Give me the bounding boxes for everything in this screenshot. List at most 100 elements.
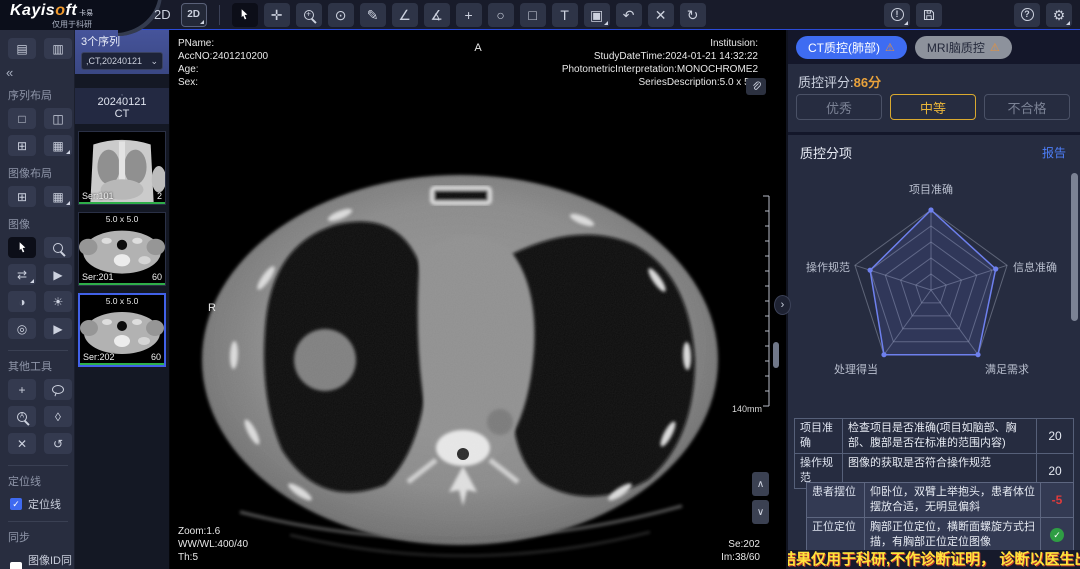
image-layout-4-button[interactable]: ⊞ — [8, 186, 36, 207]
zoom-in-tool-button[interactable] — [296, 3, 322, 27]
help-icon: ? — [1021, 8, 1034, 21]
disclaimer-text: 结果仅用于科研,不作诊断证明， 诊断以医生出具的诊断 — [788, 550, 1080, 569]
scroll-slice-down-button[interactable]: ∨ — [752, 500, 769, 524]
tool-eraser-button[interactable]: ◊ — [44, 406, 72, 427]
info-button[interactable]: ! — [884, 3, 910, 27]
rating-medium-button[interactable]: 中等 — [890, 94, 976, 120]
rating-fail-button[interactable]: 不合格 — [984, 94, 1070, 120]
pass-check-icon: ✓ — [1050, 528, 1064, 542]
warning-icon: ⚠ — [990, 41, 1000, 54]
rating-excellent-button[interactable]: 优秀 — [796, 94, 882, 120]
text-icon: T — [560, 8, 569, 22]
undo-icon: ↶ — [623, 8, 635, 22]
scroll-slice-up-button[interactable]: ∧ — [752, 472, 769, 496]
pan-tool-button[interactable]: ✛ — [264, 3, 290, 27]
slice-scrollbar-thumb[interactable] — [773, 342, 779, 368]
brightness-icon: ☀ — [53, 295, 64, 309]
settings-button[interactable]: ⚙ — [1046, 3, 1072, 27]
series-thumbnail-ser-101[interactable]: Ser:1012 — [78, 131, 166, 205]
collapse-sidebar-button[interactable]: « — [0, 63, 20, 80]
checkbox-label: 图像ID同步 — [28, 552, 74, 569]
image-invert-button[interactable]: ◑ — [8, 291, 36, 312]
image-magnify-button[interactable] — [44, 237, 72, 258]
qc-score-label: 质控评分: — [798, 75, 854, 90]
ellipse-icon: ○ — [496, 8, 504, 22]
angle-tool-button[interactable]: ∠ — [392, 3, 418, 27]
thumbnail-series-info: Ser:20260 — [83, 352, 161, 362]
series-layout-9-button[interactable]: ▦ — [44, 135, 72, 156]
measure-line-tool-button[interactable]: ✎ — [360, 3, 386, 27]
checkbox-row: ✓ 图像ID同步 — [10, 552, 74, 569]
sex-label: Sex: — [178, 76, 268, 89]
cursor-tool-button[interactable] — [232, 3, 258, 27]
text-annotation-tool-button[interactable]: T — [552, 3, 578, 27]
series-thumbnail-ser-201[interactable]: 5.0 x 5.0Ser:20160 — [78, 212, 166, 286]
study-datetime-label: StudyDateTime:2024-01-21 14:32:22 — [562, 50, 758, 63]
layout-9-icon: ▦ — [52, 190, 63, 204]
thumbnail-series-number: Ser:201 — [82, 272, 114, 282]
tab-ct-qc[interactable]: CT质控(肺部) ⚠ — [796, 36, 907, 59]
image-layout-9-button[interactable]: ▦ — [44, 186, 72, 207]
ellipse-roi-tool-button[interactable]: ○ — [488, 3, 514, 27]
top-toolbar: Kayisoft卡易 仅用于科研 2D 2D✛⊙✎∠∡+○□T▣↶✕↻ ! ?⚙ — [0, 0, 1080, 30]
probe-tool-button[interactable]: + — [456, 3, 482, 27]
ct-viewport[interactable]: PName: AccNO:2401210200 Age: Sex: A R In… — [170, 30, 786, 569]
rail-section-title: 图像 — [8, 216, 74, 232]
toolbar-separator — [219, 5, 220, 25]
image-brightness-button[interactable]: ☀ — [44, 291, 72, 312]
delete-annotation-tool-button[interactable]: ✕ — [648, 3, 674, 27]
series-layout-4-button[interactable]: ⊞ — [8, 135, 36, 156]
series-layout-1-button[interactable]: □ — [8, 108, 36, 129]
rect-roi-tool-button[interactable]: □ — [520, 3, 546, 27]
tool-find-button[interactable] — [8, 406, 36, 427]
institution-label: Institusion: — [562, 37, 758, 50]
save-button[interactable] — [916, 3, 942, 27]
tool-annotation-button[interactable] — [44, 379, 72, 400]
link-series-button[interactable] — [746, 78, 766, 95]
image-cursor-button[interactable] — [8, 237, 36, 258]
row-score: 20 — [1037, 419, 1073, 453]
app-logo: Kayisoft卡易 仅用于科研 — [0, 0, 140, 30]
tool-delete-button[interactable]: ✕ — [8, 433, 36, 454]
study-group-header[interactable]: , 20240121 CT — [75, 88, 169, 124]
checkbox[interactable]: ✓ — [10, 562, 22, 569]
mode-2d-button[interactable]: 2D — [181, 3, 207, 27]
series-thumbnail-ser-202[interactable]: 5.0 x 5.0Ser:20260 — [78, 293, 166, 367]
help-button[interactable]: ? — [1014, 3, 1040, 27]
layout-9-icon: ▦ — [52, 139, 63, 153]
panel-scrollbar-thumb[interactable] — [1071, 173, 1078, 321]
cobb-angle-tool-button[interactable]: ∡ — [424, 3, 450, 27]
wl-preset-tool-button[interactable]: ▣ — [584, 3, 610, 27]
panel-expand-handle[interactable]: › — [774, 295, 791, 315]
series-layout-2col-button[interactable]: ◫ — [44, 108, 72, 129]
row-score: -5 — [1041, 483, 1073, 517]
layout-4-icon: ⊞ — [17, 190, 27, 204]
undo-tool-button[interactable]: ↶ — [616, 3, 642, 27]
reset-tool-button[interactable]: ↻ — [680, 3, 706, 27]
radar-axis-label: 信息准确 — [1013, 259, 1057, 275]
series-panel-toggle-button[interactable]: ▤ — [8, 38, 36, 59]
thumbnail-series-number: Ser:101 — [82, 191, 114, 201]
cine-icon: ▶ — [53, 322, 62, 336]
tool-reset-button[interactable]: ↺ — [44, 433, 72, 454]
cursor-icon — [16, 241, 29, 254]
qc-tab-bar: CT质控(肺部) ⚠ MRI脑质控 ⚠ — [788, 30, 1080, 64]
study-select-dropdown[interactable]: ,CT,20240121 ⌄ — [81, 52, 163, 70]
window-level-tool-button[interactable]: ⊙ — [328, 3, 354, 27]
tab-mri-qc[interactable]: MRI脑质控 ⚠ — [915, 36, 1012, 59]
tool-probe-button[interactable]: + — [8, 379, 36, 400]
series-description-label: SeriesDescription:5.0 x 5.0 — [562, 76, 758, 89]
image-reset-wl-button[interactable]: ◎ — [8, 318, 36, 339]
rail-section-grid: ⇄ ▶ ◑ ☀ ◎ ▶ — [0, 235, 74, 341]
image-cine-button[interactable]: ▶ — [44, 318, 72, 339]
tab-mri-qc-label: MRI脑质控 — [927, 39, 985, 56]
rail-section-grid: □ ◫ ⊞ ▦ — [0, 106, 74, 158]
image-flip-play-button[interactable]: ▶ — [44, 264, 72, 285]
checkbox[interactable]: ✓ — [10, 498, 22, 510]
series-number-label: Se:202 — [721, 538, 760, 551]
image-flip-button[interactable]: ⇄ — [8, 264, 36, 285]
report-link[interactable]: 报告 — [1042, 144, 1066, 161]
report-panel-toggle-button[interactable]: ▥ — [44, 38, 72, 59]
chevron-down-icon: ∨ — [757, 507, 764, 518]
flip-icon: ⇄ — [17, 268, 27, 282]
